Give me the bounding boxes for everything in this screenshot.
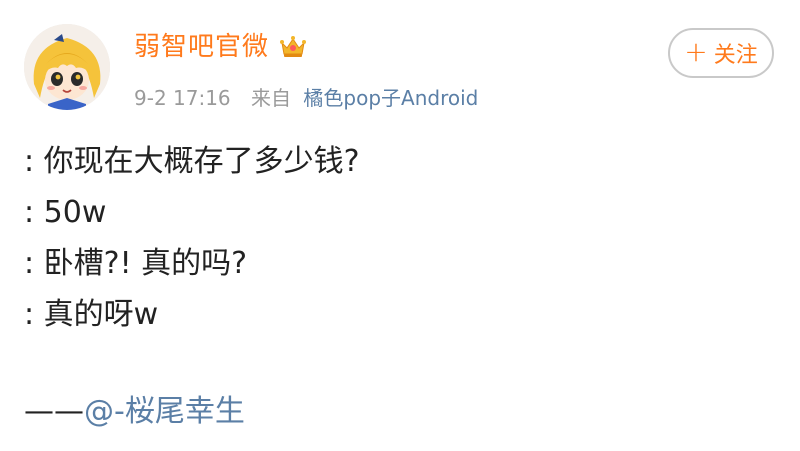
cartoon-girl-avatar-icon xyxy=(24,24,110,110)
mention-link[interactable]: @-桜尾幸生 xyxy=(84,394,245,429)
author-avatar[interactable] xyxy=(24,24,110,110)
post-line: : 真的呀w xyxy=(24,297,159,332)
post-content: : 你现在大概存了多少钱? : 50w : 卧槽?! 真的吗? : 真的呀w xyxy=(24,136,764,340)
follow-button-label: 关注 xyxy=(713,43,758,68)
post-time: 9-2 17:16 xyxy=(134,86,231,110)
post-signature: ——@-桜尾幸生 xyxy=(24,392,245,432)
follow-button[interactable]: + 关注 xyxy=(668,28,774,78)
post-line: : 50w xyxy=(24,195,107,230)
author-name[interactable]: 弱智吧官微 xyxy=(134,30,269,64)
author-name-row: 弱智吧官微 xyxy=(134,30,307,64)
post-line: : 卧槽?! 真的吗? xyxy=(24,246,248,281)
post-source-link[interactable]: 橘色pop子Android xyxy=(303,86,478,110)
weibo-post-card: 弱智吧官微 9-2 17:16 来自 橘色pop子Android + 关注 : … xyxy=(0,0,800,451)
signature-dash: —— xyxy=(24,394,84,429)
vip-crown-icon[interactable] xyxy=(279,35,307,59)
source-prefix: 来自 xyxy=(251,86,292,110)
post-meta: 9-2 17:16 来自 橘色pop子Android xyxy=(134,84,478,112)
post-line: : 你现在大概存了多少钱? xyxy=(24,144,360,179)
plus-icon: + xyxy=(684,35,708,68)
